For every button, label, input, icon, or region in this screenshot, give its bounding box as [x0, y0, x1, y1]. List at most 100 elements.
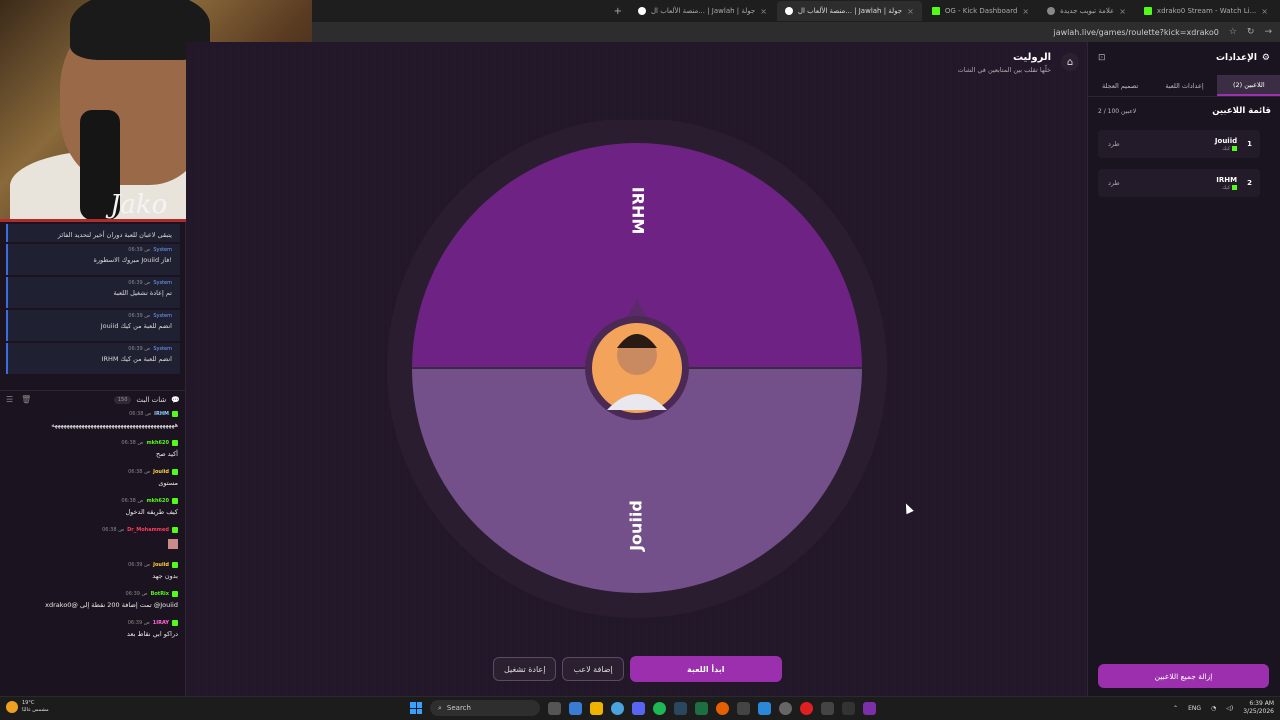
roulette-game-area: ⌂ الروليت خلّها تقلب بين المتابعين في ال…	[186, 42, 1087, 696]
kick-badge-icon	[172, 440, 178, 446]
windows-taskbar: 19°C مشمس غالبًا ⌕ Search ⌃ ENG ◔ ◁) 6:3…	[0, 696, 1280, 720]
chat-message: 06:39 ص 1IRAY دراكو ابي نقاط بعد	[127, 620, 178, 638]
wheel-svg: IRHM Jouiid	[387, 120, 887, 618]
list-icon[interactable]: ☰	[6, 395, 13, 404]
tray-chevron-icon[interactable]: ⌃	[1173, 705, 1178, 712]
players-list-title: قائمة اللاعبين	[1212, 106, 1271, 116]
kick-icon	[1143, 7, 1152, 15]
chat-message: 06:38 ص mkh620 كيف طريقه الدخول	[121, 498, 178, 516]
weather-widget[interactable]: 19°C مشمس غالبًا	[6, 700, 49, 714]
taskbar-apps: ⌕ Search	[410, 700, 876, 716]
volume-icon[interactable]: ◁)	[1226, 705, 1233, 712]
chat-icon: 💬	[171, 395, 180, 404]
url-text[interactable]: jawlah.live/games/roulette?kick=xdrako0	[1053, 28, 1218, 37]
tab-game-settings[interactable]: إعدادات اللعبة	[1152, 75, 1216, 96]
home-button[interactable]: ⌂	[1061, 53, 1079, 71]
address-bar: jawlah.live/games/roulette?kick=xdrako0 …	[312, 22, 1280, 42]
bookmark-icon[interactable]: ☆	[1229, 27, 1237, 37]
app-icon[interactable]	[842, 701, 855, 715]
wifi-icon[interactable]: ◔	[1211, 705, 1216, 712]
wheel-segment-label: IRHM	[629, 187, 648, 235]
browser-tab-bar: + منصة الألعاب ال... | Jawlah | جولة × م…	[312, 0, 1280, 22]
game-controls: إعادة تشغيل إضافة لاعب ابدأ اللعبة	[493, 656, 782, 682]
system-message: 06:39 ص System IRHM انضم للعبة من كيك	[6, 343, 180, 374]
system-message: 06:39 ص System Jouiid انضم للعبة من كيك	[6, 310, 180, 341]
collapse-panel-icon[interactable]: ⊡	[1098, 53, 1106, 63]
browser-tab-active[interactable]: منصة الألعاب ال... | Jawlah | جولة ×	[776, 1, 922, 21]
trash-icon[interactable]: 🗑	[21, 395, 31, 404]
page-title: الروليت	[1012, 52, 1051, 63]
spotify-icon[interactable]	[653, 701, 666, 715]
close-icon[interactable]: ×	[1022, 7, 1029, 16]
chat-message: 06:39 ص Jouiid بدون جهد	[128, 562, 178, 580]
app-icon[interactable]	[863, 701, 876, 715]
close-icon[interactable]: ×	[1119, 7, 1126, 16]
kick-player-button[interactable]: طرد	[1108, 179, 1120, 187]
chat-title: شات البث	[136, 395, 167, 404]
jawlah-icon	[784, 7, 793, 15]
file-explorer-icon[interactable]	[590, 701, 603, 715]
reload-icon[interactable]: ↻	[1247, 27, 1255, 37]
kick-badge-icon	[172, 562, 178, 568]
system-message: 06:39 ص System مبروك الاسطورة Jouiid فاز!	[6, 244, 180, 275]
kick-badge-icon	[172, 620, 178, 626]
chat-message: 06:39 ص BotRix xdrako0@ تمت إضافة 200 نقط…	[45, 591, 178, 609]
chat-count-badge: 150	[113, 395, 132, 404]
excel-icon[interactable]	[695, 701, 708, 715]
gear-icon: ⚙	[1261, 53, 1270, 63]
home-icon: ⌂	[1066, 56, 1074, 68]
settings-app-icon[interactable]	[779, 701, 792, 715]
close-icon[interactable]: ×	[907, 7, 914, 16]
taskbar-clock[interactable]: 6:39 AM 3/25/2026	[1243, 700, 1274, 716]
forward-icon[interactable]: →	[1264, 27, 1272, 37]
kick-badge-icon	[172, 469, 178, 475]
chrome-icon[interactable]	[611, 701, 624, 715]
system-messages: يتبقى لاعبان للعبة دوران أخير لتحديد الف…	[0, 222, 186, 384]
app-icon[interactable]	[821, 701, 834, 715]
jawlah-icon	[637, 7, 646, 15]
roulette-wheel[interactable]: IRHM Jouiid	[385, 120, 889, 624]
tab-wheel-design[interactable]: تصميم العجلة	[1088, 75, 1152, 96]
webcam-overlay-signature: Jako	[110, 190, 168, 220]
chat-emote	[168, 539, 178, 549]
chat-message: 06:38 ص Dr_Mohammed	[0, 526, 178, 552]
kick-badge-icon	[172, 591, 178, 597]
left-chat-panel: يتبقى لاعبان للعبة دوران أخير لتحديد الف…	[0, 222, 186, 696]
kick-icon	[1232, 185, 1238, 190]
restart-button[interactable]: إعادة تشغيل	[493, 657, 557, 681]
close-icon[interactable]: ×	[760, 7, 767, 16]
copilot-icon[interactable]	[569, 701, 582, 715]
browser-tab[interactable]: منصة الألعاب ال... | Jawlah | جولة ×	[630, 1, 775, 21]
kick-player-button[interactable]: طرد	[1108, 140, 1120, 148]
discord-icon[interactable]	[632, 701, 645, 715]
wheel-segment-label: Jouiid	[627, 500, 646, 552]
settings-tabs: اللاعبين (2) إعدادات اللعبة تصميم العجلة	[1088, 75, 1280, 97]
chat-header: ☰ 🗑 150 شات البث 💬	[0, 390, 186, 408]
browser-tab[interactable]: xdrako0 Stream - Watch Li... ×	[1136, 1, 1276, 21]
system-message: 06:39 ص System تم إعادة تشغيل اللعبة	[6, 277, 180, 308]
system-tray: ⌃ ENG ◔ ◁) 6:39 AM 3/25/2026	[1173, 700, 1274, 716]
lang-indicator[interactable]: ENG	[1188, 705, 1201, 712]
task-view-icon[interactable]	[548, 701, 561, 715]
start-game-button[interactable]: ابدأ اللعبة	[629, 656, 782, 682]
kick-icon	[931, 7, 940, 15]
windows-start-icon[interactable]	[410, 702, 422, 714]
youtube-icon[interactable]	[800, 701, 813, 715]
kick-badge-icon	[172, 527, 178, 533]
remove-all-players-button[interactable]: إزالة جميع اللاعبين	[1098, 664, 1269, 688]
app-icon[interactable]	[737, 701, 750, 715]
app-icon[interactable]	[758, 701, 771, 715]
sun-icon	[6, 701, 18, 713]
browser-tab[interactable]: OG - Kick Dashboard ×	[924, 1, 1037, 21]
taskbar-search[interactable]: ⌕ Search	[430, 700, 540, 716]
firefox-icon[interactable]	[716, 701, 729, 715]
system-message: يتبقى لاعبان للعبة دوران أخير لتحديد الف…	[6, 224, 180, 242]
page-subtitle: خلّها تقلب بين المتابعين في الشات	[957, 66, 1051, 74]
steam-icon[interactable]	[674, 701, 687, 715]
close-icon[interactable]: ×	[1261, 7, 1268, 16]
add-player-button[interactable]: إضافة لاعب	[562, 657, 624, 681]
tab-players[interactable]: اللاعبين (2)	[1216, 75, 1280, 96]
browser-tab[interactable]: علامة تبويب جديدة ×	[1039, 1, 1134, 21]
chat-message: 06:38 ص IRHM هههههههههههههههههههههههههههه…	[51, 411, 178, 429]
new-tab-button[interactable]: +	[608, 6, 628, 17]
